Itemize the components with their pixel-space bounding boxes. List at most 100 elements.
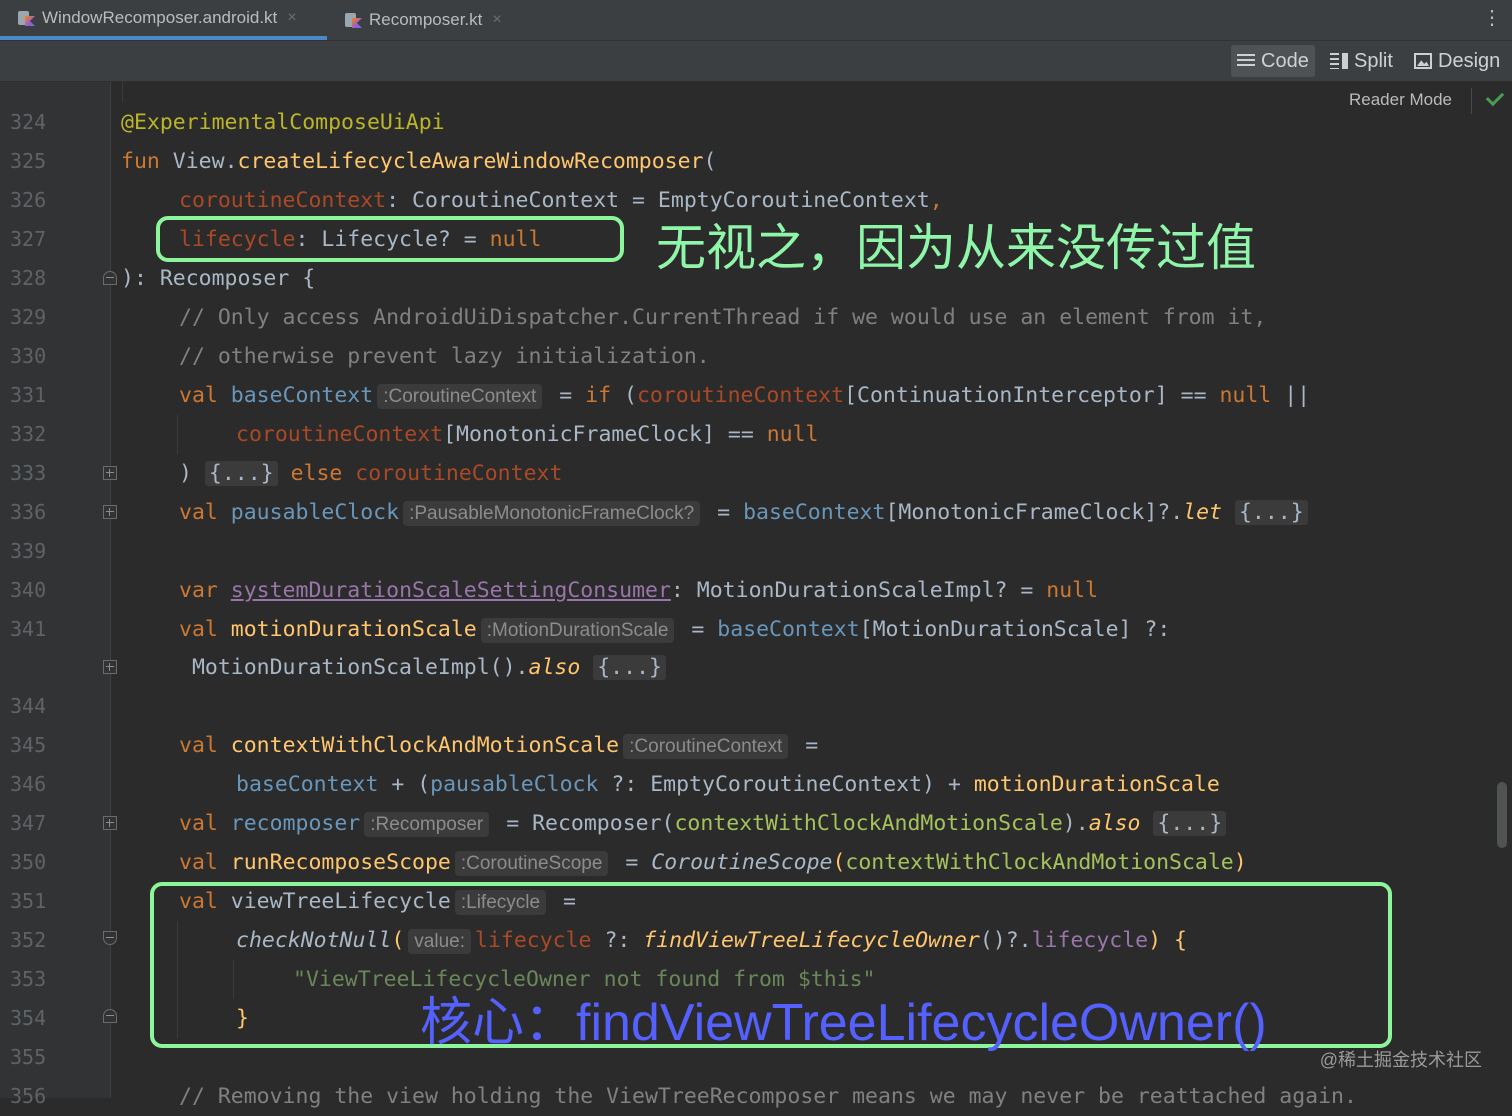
line-number: 325 bbox=[10, 149, 47, 173]
code-token: pausableClock bbox=[230, 500, 400, 525]
line-number: 341 bbox=[10, 617, 47, 641]
code-token: ) bbox=[179, 461, 205, 486]
code-token: coroutineContext bbox=[236, 422, 444, 447]
code-token: contextWithClockAndMotionScale bbox=[674, 811, 1063, 836]
line-number: 353 bbox=[10, 967, 47, 991]
type-hint: :Recomposer bbox=[364, 812, 490, 837]
type-hint: :CoroutineContext bbox=[377, 384, 543, 409]
line-number: 347 bbox=[10, 811, 47, 835]
watermark: @稀土掘金技术社区 bbox=[1319, 1050, 1482, 1070]
line-number: 329 bbox=[10, 305, 47, 329]
line-number: 351 bbox=[10, 889, 47, 913]
annotation-ignore-note: 无视之，因为从来没传过值 bbox=[656, 220, 1256, 276]
design-view-button[interactable]: Design bbox=[1408, 45, 1506, 77]
code-token: [ContinuationInterceptor] == bbox=[844, 383, 1220, 408]
code-token: @ExperimentalComposeUiApi bbox=[121, 110, 445, 135]
fold-marker[interactable] bbox=[103, 931, 117, 945]
code-token: val bbox=[179, 383, 218, 408]
code-line: baseContext + (pausableClock ?: EmptyCor… bbox=[236, 765, 1220, 804]
code-token: baseContext bbox=[743, 500, 886, 525]
split-view-button[interactable]: Split bbox=[1324, 45, 1399, 77]
line-number: 340 bbox=[10, 578, 47, 602]
reader-mode-button[interactable]: Reader Mode bbox=[1349, 90, 1452, 110]
code-token: contextWithClockAndMotionScale bbox=[845, 850, 1234, 875]
code-token: runRecomposeScope bbox=[230, 850, 451, 875]
code-token: baseContext bbox=[717, 617, 860, 642]
split-view-label: Split bbox=[1354, 49, 1393, 72]
kotlin-file-icon bbox=[16, 8, 36, 28]
code-token: val bbox=[179, 617, 218, 642]
code-token: ) bbox=[1233, 850, 1247, 875]
code-token: ( bbox=[611, 383, 637, 408]
code-line: @ExperimentalComposeUiApi bbox=[121, 103, 445, 142]
tab-label: WindowRecomposer.android.kt bbox=[42, 8, 278, 27]
folded-block[interactable]: {...} bbox=[1153, 811, 1227, 836]
code-token: [MonotonicFrameClock] == bbox=[443, 422, 767, 447]
type-hint: :CoroutineContext bbox=[623, 734, 789, 759]
close-icon[interactable]: × bbox=[492, 11, 501, 29]
fold-expand-icon[interactable] bbox=[103, 466, 117, 480]
code-token: coroutineContext bbox=[355, 461, 563, 486]
code-line: val baseContext:CoroutineContext = if (c… bbox=[179, 376, 1310, 415]
code-token: ?: EmptyCoroutineContext) + bbox=[598, 772, 974, 797]
code-token: recomposer bbox=[230, 811, 361, 836]
gutter-divider bbox=[110, 82, 111, 1098]
fold-marker[interactable] bbox=[103, 271, 117, 285]
editor-tab-bar: WindowRecomposer.android.kt × Recomposer… bbox=[0, 0, 1512, 41]
code-token: : MotionDurationScaleImpl? = bbox=[670, 578, 1047, 603]
line-number: 352 bbox=[10, 928, 47, 952]
code-token: baseContext bbox=[230, 383, 374, 408]
line-number: 332 bbox=[10, 422, 47, 446]
code-token: val bbox=[179, 811, 218, 836]
code-token: let bbox=[1183, 500, 1223, 525]
fold-expand-icon[interactable] bbox=[103, 816, 117, 830]
fold-expand-icon[interactable] bbox=[103, 660, 117, 674]
code-token: [MonotonicFrameClock]?. bbox=[885, 500, 1184, 525]
code-token: null bbox=[1219, 383, 1272, 408]
code-token: contextWithClockAndMotionScale bbox=[230, 733, 620, 758]
code-token: else bbox=[277, 461, 356, 486]
line-number: 333 bbox=[10, 461, 47, 485]
tab-recomposer[interactable]: Recomposer.kt × bbox=[327, 0, 527, 40]
fold-marker[interactable] bbox=[103, 1009, 117, 1023]
split-view-icon bbox=[1330, 53, 1348, 69]
folded-block[interactable]: {...} bbox=[593, 655, 666, 680]
type-hint: :CoroutineScope bbox=[454, 851, 609, 876]
code-line: ) {...} else coroutineContext bbox=[179, 454, 562, 493]
tab-window-recomposer[interactable]: WindowRecomposer.android.kt × bbox=[0, 0, 327, 40]
code-line: val pausableClock:PausableMonotonicFrame… bbox=[179, 493, 1308, 532]
close-icon[interactable]: × bbox=[287, 9, 296, 27]
line-number: 355 bbox=[10, 1045, 47, 1069]
code-token: baseContext bbox=[236, 772, 379, 797]
type-hint: :MotionDurationScale bbox=[480, 618, 675, 643]
code-line: val contextWithClockAndMotionScale:Corou… bbox=[179, 726, 818, 765]
line-number: 326 bbox=[10, 188, 47, 212]
code-token: || bbox=[1271, 383, 1311, 408]
editor-view-toolbar: Code Split Design bbox=[0, 41, 1512, 82]
line-number: 354 bbox=[10, 1006, 47, 1030]
code-token: fun bbox=[121, 149, 160, 174]
code-token: = bbox=[704, 500, 744, 525]
code-token: motionDurationScale bbox=[973, 772, 1220, 797]
folded-block[interactable]: {...} bbox=[1234, 500, 1308, 525]
editor-scrollbar[interactable] bbox=[1497, 782, 1507, 848]
code-line: MotionDurationScaleImpl().also {...} bbox=[179, 648, 666, 687]
code-token: MotionDurationScaleImpl(). bbox=[179, 655, 529, 680]
code-line: fun View.createLifecycleAwareWindowRecom… bbox=[121, 142, 716, 181]
fold-expand-icon[interactable] bbox=[103, 505, 117, 519]
code-line: ): Recomposer { bbox=[121, 266, 316, 291]
code-token: = bbox=[612, 850, 652, 875]
code-token: = Recomposer( bbox=[493, 811, 675, 836]
more-options-icon[interactable]: ⋮ bbox=[1482, 8, 1502, 28]
code-token: = bbox=[546, 383, 586, 408]
code-view-button[interactable]: Code bbox=[1231, 45, 1315, 77]
code-token: ( bbox=[832, 850, 846, 875]
folded-block[interactable]: {...} bbox=[204, 461, 278, 486]
code-token: + ( bbox=[378, 772, 431, 797]
code-token: pausableClock bbox=[430, 772, 599, 797]
code-token: var bbox=[179, 578, 218, 603]
code-token: CoroutineScope bbox=[651, 850, 833, 875]
code-token: null bbox=[766, 422, 819, 447]
code-comment: // Removing the view holding the ViewTre… bbox=[179, 1084, 1357, 1109]
code-line: val motionDurationScale:MotionDurationSc… bbox=[179, 610, 1170, 649]
